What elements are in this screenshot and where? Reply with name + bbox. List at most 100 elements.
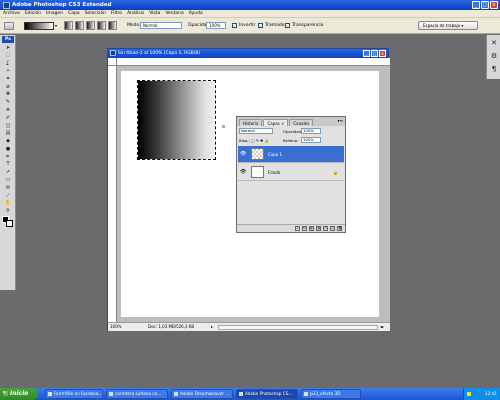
document-maximize-button[interactable]: □ xyxy=(371,50,378,57)
magic-wand-icon[interactable]: ✧ xyxy=(2,67,14,74)
task-p23-efecto[interactable]: p23_efecto 3D xyxy=(301,389,361,399)
path-select-icon[interactable]: ➚ xyxy=(2,169,14,176)
transparency-checkbox[interactable]: ✓ xyxy=(285,23,290,28)
task-carretera[interactable]: carretera sultana co... xyxy=(106,389,168,399)
gradient-tool-preset-icon[interactable] xyxy=(4,22,14,30)
system-tray: 12:41 xyxy=(463,388,500,400)
paragraph-dock-icon[interactable]: ¶ xyxy=(489,64,499,74)
dither-checkbox[interactable]: ✓ xyxy=(258,23,263,28)
history-brush-icon[interactable]: ✐ xyxy=(2,114,14,121)
tools-dock-icon[interactable]: ✕ xyxy=(489,38,499,48)
start-button[interactable]: Inicio xyxy=(0,388,38,400)
gradient-picker-arrow[interactable]: ▾ xyxy=(55,23,57,28)
menu-archivo[interactable]: Archivo xyxy=(3,11,20,16)
stamp-icon[interactable]: ⎈ xyxy=(2,106,14,113)
trash-icon[interactable]: 🗑 xyxy=(337,226,342,231)
tab-historia[interactable]: Historia xyxy=(239,119,263,126)
task-photoshop[interactable]: Adobe Photoshop CS... xyxy=(236,389,298,399)
crop-icon[interactable]: ⌗ xyxy=(2,75,14,82)
settings-dock-icon[interactable]: ⚙ xyxy=(489,51,499,61)
pen-icon[interactable]: ✒ xyxy=(2,153,14,160)
adjustment-layer-icon[interactable]: ◑ xyxy=(316,226,321,231)
lock-icons[interactable]: ▢ ✎ ✚ 🔒 xyxy=(251,138,269,143)
menu-seleccion[interactable]: Selección xyxy=(85,11,106,16)
browser-icon xyxy=(109,392,113,396)
move-icon[interactable]: ➤ xyxy=(2,44,14,51)
eyedropper-icon[interactable]: ⟋ xyxy=(2,192,14,199)
maximize-button[interactable]: □ xyxy=(481,1,489,9)
task-dreamweaver[interactable]: Adobe Dreamweaver ... xyxy=(171,389,233,399)
close-button[interactable]: x xyxy=(490,1,498,9)
workspace-button[interactable]: Espacio de trabajo ▾ xyxy=(418,21,478,30)
eraser-icon[interactable]: ◫ xyxy=(2,122,14,129)
document-minimize-button[interactable]: _ xyxy=(363,50,370,57)
marquee-selection[interactable] xyxy=(137,80,216,160)
healing-icon[interactable]: ✚ xyxy=(2,91,14,98)
invert-checkbox[interactable]: ✓ xyxy=(232,23,237,28)
zoom-level[interactable]: 100% xyxy=(110,323,126,331)
layers-panel: Historia Capas × Canales ▾≡ Normal Opaci… xyxy=(236,116,346,233)
folder-icon xyxy=(304,392,308,396)
brush-icon[interactable]: ✎ xyxy=(2,98,14,105)
background-color[interactable] xyxy=(6,219,13,227)
horizontal-ruler[interactable] xyxy=(117,58,390,66)
reflected-gradient-icon[interactable] xyxy=(97,21,106,30)
diamond-gradient-icon[interactable] xyxy=(108,21,117,30)
scroll-arrows[interactable]: ◂▸ xyxy=(380,323,384,331)
document-close-button[interactable]: x xyxy=(379,50,386,57)
menu-vista[interactable]: Vista xyxy=(149,11,160,16)
tray-icon[interactable] xyxy=(467,392,471,396)
notes-icon[interactable]: ✉ xyxy=(2,184,14,191)
dodge-icon[interactable]: ● xyxy=(2,145,14,152)
tab-canales[interactable]: Canales xyxy=(289,119,314,126)
layer-row-capa-1[interactable]: 👁 Capa 1 xyxy=(238,146,344,163)
new-group-icon[interactable]: ▭ xyxy=(323,226,328,231)
linear-gradient-icon[interactable] xyxy=(64,21,73,30)
visibility-eye-icon[interactable]: 👁 xyxy=(240,152,246,157)
window-controls: _ □ x xyxy=(472,1,498,9)
zoom-icon[interactable]: ⚲ xyxy=(2,207,14,214)
fill-field[interactable]: 100% xyxy=(301,137,321,143)
gradient-icon[interactable]: ▤ xyxy=(2,130,14,137)
menu-filtro[interactable]: Filtro xyxy=(111,11,122,16)
document-titlebar[interactable]: Sin título-1 al 100% (Capa 1, RGB/8) _ □… xyxy=(108,49,388,58)
menu-ventana[interactable]: Ventana xyxy=(165,11,183,16)
layer-opacity-field[interactable]: 100% xyxy=(301,128,321,134)
menu-capa[interactable]: Capa xyxy=(68,11,80,16)
hand-icon[interactable]: ✋ xyxy=(2,200,14,207)
vertical-ruler[interactable] xyxy=(108,66,117,322)
slice-icon[interactable]: ⧄ xyxy=(2,83,14,90)
mode-select[interactable]: Normal xyxy=(140,22,182,29)
marquee-icon[interactable]: ⬚ xyxy=(2,52,14,59)
shape-icon[interactable]: ▭ xyxy=(2,176,14,183)
clock: 12:41 xyxy=(484,391,497,396)
angle-gradient-icon[interactable] xyxy=(86,21,95,30)
panel-menu-icon[interactable]: ▾≡ xyxy=(338,118,343,123)
blur-icon[interactable]: ◆ xyxy=(2,137,14,144)
blend-mode-select[interactable]: Normal xyxy=(239,128,273,134)
visibility-eye-icon[interactable]: 👁 xyxy=(240,170,246,175)
layer-mask-icon[interactable]: ◐ xyxy=(309,226,314,231)
menu-bar: Archivo Edición Imagen Capa Selección Fi… xyxy=(0,10,500,18)
layer-row-fondo[interactable]: 👁 Fondo 🔒 xyxy=(238,164,344,181)
radial-gradient-icon[interactable] xyxy=(75,21,84,30)
link-layers-icon[interactable]: ∞ xyxy=(295,226,300,231)
minimize-button[interactable]: _ xyxy=(472,1,480,9)
menu-imagen[interactable]: Imagen xyxy=(46,11,63,16)
task-label: p23_efecto 3D xyxy=(310,391,341,396)
opacity-field[interactable]: 100% xyxy=(206,22,226,29)
lasso-icon[interactable]: ʆ xyxy=(2,60,14,67)
menu-ayuda[interactable]: Ayuda xyxy=(189,11,203,16)
status-menu-arrow[interactable]: ▸ xyxy=(211,323,213,331)
task-farmville[interactable]: FarmVille en Faceboo... xyxy=(45,389,103,399)
tab-capas[interactable]: Capas × xyxy=(263,119,289,126)
layer-style-icon[interactable]: fx xyxy=(302,226,307,231)
tools-panel: Ps ➤ ⬚ ʆ ✧ ⌗ ⧄ ✚ ✎ ⎈ ✐ ◫ ▤ ◆ ● ✒ T ➚ ▭ ✉ ⟋ ✋ ⚲ xyxy=(0,35,16,290)
menu-edicion[interactable]: Edición xyxy=(25,11,41,16)
type-icon[interactable]: T xyxy=(2,161,14,168)
new-layer-icon[interactable]: ❏ xyxy=(330,226,335,231)
color-swatches[interactable] xyxy=(2,215,13,228)
gradient-preview[interactable] xyxy=(24,22,54,30)
menu-analisis[interactable]: Análisis xyxy=(127,11,144,16)
horizontal-scrollbar[interactable] xyxy=(218,325,378,330)
